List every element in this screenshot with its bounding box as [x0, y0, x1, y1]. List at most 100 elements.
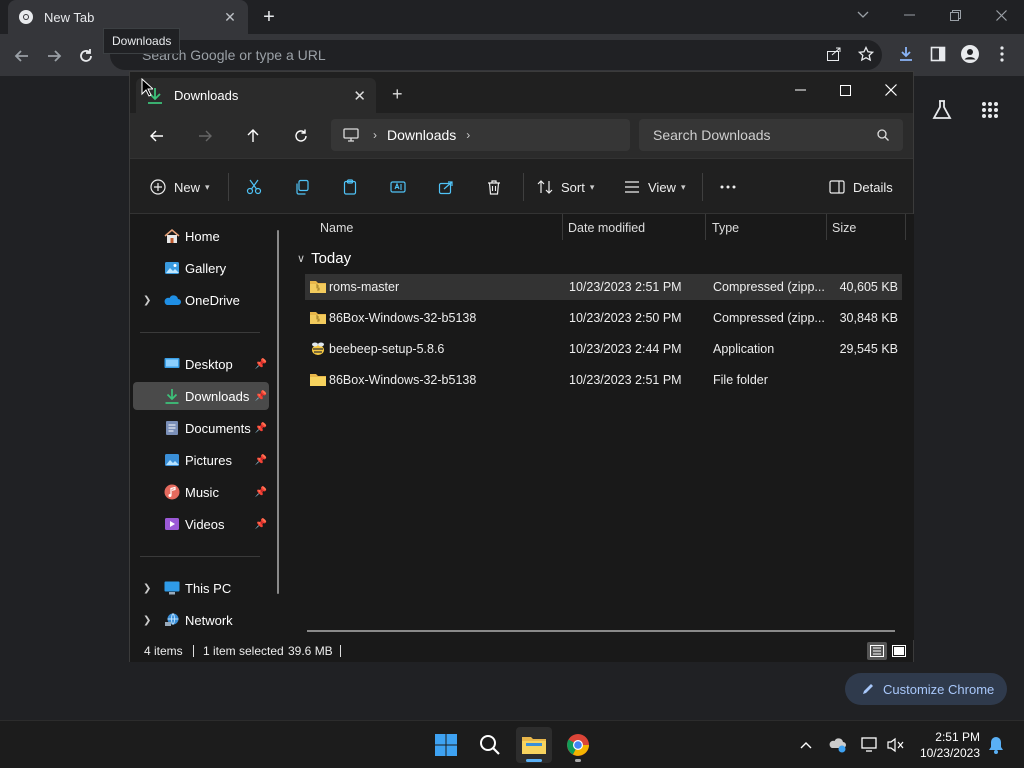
bookmark-button[interactable] — [854, 42, 878, 66]
table-row[interactable]: beebeep-setup-5.8.6 10/23/2023 2:44 PM A… — [305, 336, 902, 362]
explorer-new-tab-button[interactable]: + — [392, 84, 403, 105]
share-icon — [827, 47, 841, 61]
network-tray-icon[interactable] — [860, 735, 880, 755]
forward-button[interactable] — [40, 42, 68, 70]
downloads-button[interactable] — [894, 42, 918, 66]
column-header-date-modified[interactable]: Date modified — [568, 214, 645, 242]
explorer-minimize-button[interactable] — [780, 76, 820, 104]
share-button[interactable] — [438, 173, 454, 201]
view-button[interactable]: View ▾ — [624, 173, 685, 201]
sidebar-item-documents[interactable]: Documents 📌 — [133, 414, 269, 442]
paste-button[interactable] — [342, 173, 358, 201]
divider[interactable] — [905, 214, 906, 240]
restore-button[interactable] — [932, 0, 978, 30]
sidebar-item-downloads[interactable]: Downloads 📌 — [133, 382, 269, 410]
explorer-up-button[interactable] — [239, 123, 267, 149]
sidebar-item-network[interactable]: ❯ Network — [133, 606, 269, 634]
pin-icon[interactable]: 📌 — [255, 359, 267, 370]
volume-tray-icon[interactable] — [886, 735, 906, 755]
taskbar-clock[interactable]: 2:51 PM 10/23/2023 — [920, 729, 980, 761]
sidebar-item-desktop[interactable]: Desktop 📌 — [133, 350, 269, 378]
more-options-button[interactable] — [720, 173, 736, 201]
explorer-maximize-button[interactable] — [825, 76, 865, 104]
avatar-icon — [961, 45, 979, 63]
explorer-tab-downloads[interactable]: Downloads ✕ — [136, 78, 376, 113]
file-explorer-taskbar-button[interactable] — [516, 727, 552, 763]
details-view-button[interactable] — [867, 642, 887, 660]
sidebar-scrollbar[interactable] — [277, 230, 279, 594]
pin-icon[interactable]: 📌 — [255, 455, 267, 466]
column-header-type[interactable]: Type — [712, 214, 739, 242]
divider[interactable] — [705, 214, 706, 240]
navigation-pane: Home Gallery ❯ OneDrive Desktop 📌 Downlo… — [130, 214, 282, 640]
column-header-size[interactable]: Size — [832, 214, 856, 242]
table-row[interactable]: 86Box-Windows-32-b5138 10/23/2023 2:50 P… — [305, 305, 902, 331]
pin-icon[interactable]: 📌 — [255, 391, 267, 402]
sidebar-item-this-pc[interactable]: ❯ This PC — [133, 574, 269, 602]
google-apps-button[interactable] — [976, 96, 1004, 124]
sidebar-item-music[interactable]: Music 📌 — [133, 478, 269, 506]
explorer-search-input[interactable]: Search Downloads — [639, 119, 903, 151]
explorer-refresh-button[interactable] — [287, 123, 315, 149]
tab-search-button[interactable] — [840, 0, 886, 30]
rename-button[interactable] — [390, 173, 406, 201]
sidebar-item-onedrive[interactable]: ❯ OneDrive — [133, 286, 269, 314]
breadcrumb[interactable]: › Downloads › — [331, 119, 630, 151]
share-button[interactable] — [822, 42, 846, 66]
show-hidden-icons-button[interactable] — [796, 735, 816, 755]
divider[interactable] — [826, 214, 827, 240]
table-row[interactable]: 86Box-Windows-32-b5138 10/23/2023 2:51 P… — [305, 367, 902, 393]
onedrive-tray-icon[interactable] — [828, 735, 848, 755]
sort-button[interactable]: Sort ▾ — [537, 173, 594, 201]
large-icons-view-button[interactable] — [889, 642, 909, 660]
chevron-right-icon[interactable]: ❯ — [143, 583, 151, 594]
customize-chrome-button[interactable]: Customize Chrome — [845, 673, 1007, 705]
refresh-icon — [295, 129, 307, 142]
chevron-right-icon[interactable]: ❯ — [143, 295, 151, 306]
pin-icon[interactable]: 📌 — [255, 423, 267, 434]
search-icon — [480, 735, 500, 755]
chrome-taskbar-button[interactable] — [560, 727, 596, 763]
minimize-icon — [903, 14, 915, 16]
side-panel-button[interactable] — [926, 42, 950, 66]
delete-button[interactable] — [486, 173, 502, 201]
sidebar-item-gallery[interactable]: Gallery — [133, 254, 269, 282]
search-button[interactable] — [472, 727, 508, 763]
divider[interactable] — [562, 214, 563, 240]
sidebar-item-home[interactable]: Home — [133, 222, 269, 250]
selection-count: 1 item selected — [203, 644, 284, 658]
breadcrumb-downloads[interactable]: Downloads — [387, 127, 456, 143]
minimize-button[interactable] — [886, 0, 932, 30]
close-window-button[interactable] — [978, 0, 1024, 30]
explorer-forward-button[interactable] — [191, 123, 219, 149]
divider — [702, 173, 703, 201]
labs-button[interactable] — [928, 96, 956, 124]
chrome-menu-button[interactable] — [990, 42, 1014, 66]
reload-button[interactable] — [72, 42, 100, 70]
mouse-cursor-icon — [141, 78, 153, 97]
chevron-right-icon[interactable]: ❯ — [143, 615, 151, 626]
sidebar-item-pictures[interactable]: Pictures 📌 — [133, 446, 269, 474]
column-header-name[interactable]: Name — [320, 214, 353, 242]
horizontal-scrollbar[interactable] — [307, 630, 895, 632]
start-button[interactable] — [428, 727, 464, 763]
profile-button[interactable] — [958, 42, 982, 66]
back-button[interactable] — [8, 42, 36, 70]
copy-button[interactable] — [294, 173, 310, 201]
omnibox[interactable]: Search Google or type a URL — [110, 40, 882, 70]
notifications-button[interactable] — [986, 735, 1006, 755]
close-icon[interactable]: ✕ — [353, 87, 366, 105]
explorer-back-button[interactable] — [143, 123, 171, 149]
pin-icon[interactable]: 📌 — [255, 519, 267, 530]
details-button[interactable]: Details — [829, 173, 893, 201]
videos-icon — [163, 515, 181, 533]
new-button[interactable]: New ▾ — [150, 173, 210, 201]
sidebar-item-videos[interactable]: Videos 📌 — [133, 510, 269, 538]
new-tab-button[interactable]: + — [258, 6, 280, 28]
explorer-close-button[interactable] — [871, 76, 911, 104]
cut-button[interactable] — [246, 173, 262, 201]
pin-icon[interactable]: 📌 — [255, 487, 267, 498]
close-icon[interactable]: ✕ — [222, 9, 238, 26]
group-header-today[interactable]: ∨ Today — [297, 250, 351, 267]
table-row[interactable]: roms-master 10/23/2023 2:51 PM Compresse… — [305, 274, 902, 300]
